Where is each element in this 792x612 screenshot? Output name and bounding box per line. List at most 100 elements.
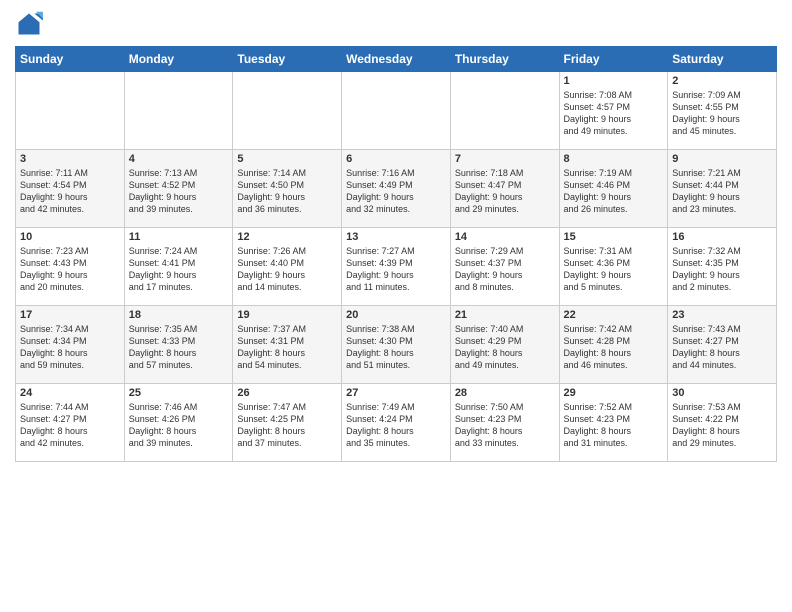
day-number: 28 — [455, 387, 555, 399]
calendar-cell: 27 Sunrise: 7:49 AM Sunset: 4:24 PM Dayli… — [342, 384, 451, 462]
day-info: Sunrise: 7:27 AM Sunset: 4:39 PM Dayligh… — [346, 245, 446, 294]
day-number: 17 — [20, 309, 120, 321]
calendar-cell — [16, 72, 125, 150]
day-number: 18 — [129, 309, 229, 321]
day-number: 7 — [455, 153, 555, 165]
calendar-cell: 16 Sunrise: 7:32 AM Sunset: 4:35 PM Dayli… — [668, 228, 777, 306]
calendar-cell: 3 Sunrise: 7:11 AM Sunset: 4:54 PM Daylig… — [16, 150, 125, 228]
calendar-cell: 7 Sunrise: 7:18 AM Sunset: 4:47 PM Daylig… — [450, 150, 559, 228]
calendar-cell: 17 Sunrise: 7:34 AM Sunset: 4:34 PM Dayli… — [16, 306, 125, 384]
day-number: 2 — [672, 75, 772, 87]
calendar-cell: 22 Sunrise: 7:42 AM Sunset: 4:28 PM Dayli… — [559, 306, 668, 384]
calendar-cell: 24 Sunrise: 7:44 AM Sunset: 4:27 PM Dayli… — [16, 384, 125, 462]
week-row-2: 10 Sunrise: 7:23 AM Sunset: 4:43 PM Dayli… — [16, 228, 777, 306]
day-info: Sunrise: 7:49 AM Sunset: 4:24 PM Dayligh… — [346, 401, 446, 450]
day-number: 12 — [237, 231, 337, 243]
day-number: 21 — [455, 309, 555, 321]
day-info: Sunrise: 7:11 AM Sunset: 4:54 PM Dayligh… — [20, 167, 120, 216]
calendar-cell: 13 Sunrise: 7:27 AM Sunset: 4:39 PM Dayli… — [342, 228, 451, 306]
day-info: Sunrise: 7:14 AM Sunset: 4:50 PM Dayligh… — [237, 167, 337, 216]
logo-icon — [15, 10, 43, 38]
day-info: Sunrise: 7:09 AM Sunset: 4:55 PM Dayligh… — [672, 89, 772, 138]
day-info: Sunrise: 7:44 AM Sunset: 4:27 PM Dayligh… — [20, 401, 120, 450]
calendar-cell: 14 Sunrise: 7:29 AM Sunset: 4:37 PM Dayli… — [450, 228, 559, 306]
day-info: Sunrise: 7:08 AM Sunset: 4:57 PM Dayligh… — [564, 89, 664, 138]
day-info: Sunrise: 7:21 AM Sunset: 4:44 PM Dayligh… — [672, 167, 772, 216]
day-info: Sunrise: 7:37 AM Sunset: 4:31 PM Dayligh… — [237, 323, 337, 372]
day-number: 25 — [129, 387, 229, 399]
calendar-cell: 19 Sunrise: 7:37 AM Sunset: 4:31 PM Dayli… — [233, 306, 342, 384]
week-row-4: 24 Sunrise: 7:44 AM Sunset: 4:27 PM Dayli… — [16, 384, 777, 462]
calendar-cell: 4Sunrise: 7:13 AM Sunset: 4:52 PM Daylig… — [124, 150, 233, 228]
calendar-cell — [124, 72, 233, 150]
day-info: Sunrise: 7:46 AM Sunset: 4:26 PM Dayligh… — [129, 401, 229, 450]
day-number: 14 — [455, 231, 555, 243]
weekday-header-tuesday: Tuesday — [233, 47, 342, 72]
day-info: Sunrise: 7:13 AM Sunset: 4:52 PM Dayligh… — [129, 167, 229, 216]
calendar-cell — [342, 72, 451, 150]
day-number: 20 — [346, 309, 446, 321]
day-number: 8 — [564, 153, 664, 165]
day-info: Sunrise: 7:52 AM Sunset: 4:23 PM Dayligh… — [564, 401, 664, 450]
day-number: 27 — [346, 387, 446, 399]
calendar-cell: 2 Sunrise: 7:09 AM Sunset: 4:55 PM Daylig… — [668, 72, 777, 150]
day-number: 19 — [237, 309, 337, 321]
day-number: 22 — [564, 309, 664, 321]
calendar-cell: 29 Sunrise: 7:52 AM Sunset: 4:23 PM Dayli… — [559, 384, 668, 462]
calendar-cell: 5 Sunrise: 7:14 AM Sunset: 4:50 PM Daylig… — [233, 150, 342, 228]
calendar-cell: 9 Sunrise: 7:21 AM Sunset: 4:44 PM Daylig… — [668, 150, 777, 228]
day-number: 26 — [237, 387, 337, 399]
day-number: 13 — [346, 231, 446, 243]
week-row-0: 1 Sunrise: 7:08 AM Sunset: 4:57 PM Daylig… — [16, 72, 777, 150]
weekday-header-row: SundayMondayTuesdayWednesdayThursdayFrid… — [16, 47, 777, 72]
calendar-cell: 25 Sunrise: 7:46 AM Sunset: 4:26 PM Dayli… — [124, 384, 233, 462]
day-info: Sunrise: 7:40 AM Sunset: 4:29 PM Dayligh… — [455, 323, 555, 372]
day-info: Sunrise: 7:31 AM Sunset: 4:36 PM Dayligh… — [564, 245, 664, 294]
day-info: Sunrise: 7:23 AM Sunset: 4:43 PM Dayligh… — [20, 245, 120, 294]
week-row-3: 17 Sunrise: 7:34 AM Sunset: 4:34 PM Dayli… — [16, 306, 777, 384]
day-info: Sunrise: 7:53 AM Sunset: 4:22 PM Dayligh… — [672, 401, 772, 450]
calendar-cell: 18 Sunrise: 7:35 AM Sunset: 4:33 PM Dayli… — [124, 306, 233, 384]
day-info: Sunrise: 7:43 AM Sunset: 4:27 PM Dayligh… — [672, 323, 772, 372]
day-info: Sunrise: 7:42 AM Sunset: 4:28 PM Dayligh… — [564, 323, 664, 372]
calendar-cell: 12Sunrise: 7:26 AM Sunset: 4:40 PM Dayli… — [233, 228, 342, 306]
day-number: 29 — [564, 387, 664, 399]
day-info: Sunrise: 7:29 AM Sunset: 4:37 PM Dayligh… — [455, 245, 555, 294]
day-number: 24 — [20, 387, 120, 399]
weekday-header-thursday: Thursday — [450, 47, 559, 72]
calendar-cell: 6 Sunrise: 7:16 AM Sunset: 4:49 PM Daylig… — [342, 150, 451, 228]
day-info: Sunrise: 7:34 AM Sunset: 4:34 PM Dayligh… — [20, 323, 120, 372]
day-number: 9 — [672, 153, 772, 165]
day-number: 5 — [237, 153, 337, 165]
calendar-cell: 8Sunrise: 7:19 AM Sunset: 4:46 PM Daylig… — [559, 150, 668, 228]
day-number: 1 — [564, 75, 664, 87]
day-number: 11 — [129, 231, 229, 243]
day-number: 16 — [672, 231, 772, 243]
day-number: 15 — [564, 231, 664, 243]
calendar-cell: 1 Sunrise: 7:08 AM Sunset: 4:57 PM Daylig… — [559, 72, 668, 150]
calendar-cell: 10 Sunrise: 7:23 AM Sunset: 4:43 PM Dayli… — [16, 228, 125, 306]
calendar-cell: 26Sunrise: 7:47 AM Sunset: 4:25 PM Dayli… — [233, 384, 342, 462]
weekday-header-saturday: Saturday — [668, 47, 777, 72]
day-info: Sunrise: 7:18 AM Sunset: 4:47 PM Dayligh… — [455, 167, 555, 216]
day-info: Sunrise: 7:50 AM Sunset: 4:23 PM Dayligh… — [455, 401, 555, 450]
day-info: Sunrise: 7:32 AM Sunset: 4:35 PM Dayligh… — [672, 245, 772, 294]
calendar: SundayMondayTuesdayWednesdayThursdayFrid… — [15, 46, 777, 462]
calendar-cell: 20Sunrise: 7:38 AM Sunset: 4:30 PM Dayli… — [342, 306, 451, 384]
weekday-header-wednesday: Wednesday — [342, 47, 451, 72]
day-number: 6 — [346, 153, 446, 165]
weekday-header-friday: Friday — [559, 47, 668, 72]
calendar-cell: 28 Sunrise: 7:50 AM Sunset: 4:23 PM Dayli… — [450, 384, 559, 462]
calendar-cell: 15 Sunrise: 7:31 AM Sunset: 4:36 PM Dayli… — [559, 228, 668, 306]
calendar-cell: 23 Sunrise: 7:43 AM Sunset: 4:27 PM Dayli… — [668, 306, 777, 384]
day-info: Sunrise: 7:16 AM Sunset: 4:49 PM Dayligh… — [346, 167, 446, 216]
day-number: 3 — [20, 153, 120, 165]
logo — [15, 10, 47, 38]
week-row-1: 3 Sunrise: 7:11 AM Sunset: 4:54 PM Daylig… — [16, 150, 777, 228]
day-info: Sunrise: 7:35 AM Sunset: 4:33 PM Dayligh… — [129, 323, 229, 372]
day-number: 30 — [672, 387, 772, 399]
calendar-cell: 21 Sunrise: 7:40 AM Sunset: 4:29 PM Dayli… — [450, 306, 559, 384]
weekday-header-sunday: Sunday — [16, 47, 125, 72]
day-number: 23 — [672, 309, 772, 321]
day-number: 10 — [20, 231, 120, 243]
